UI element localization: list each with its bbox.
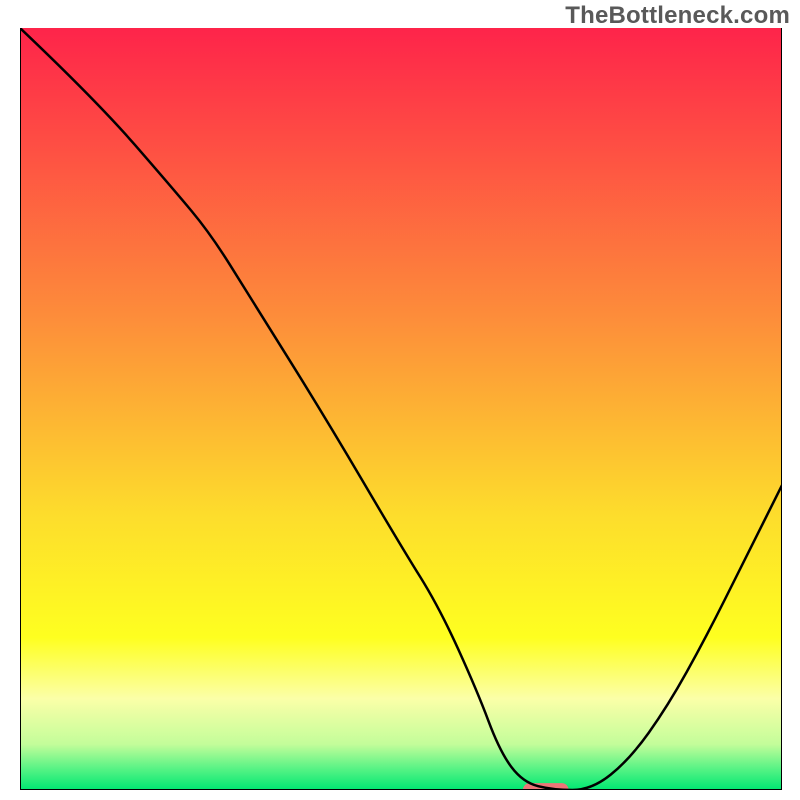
gradient-background <box>20 28 782 790</box>
watermark-text: TheBottleneck.com <box>565 2 790 30</box>
plot-area <box>20 28 782 790</box>
chart-stage: TheBottleneck.com <box>0 0 800 800</box>
chart-svg <box>20 28 782 790</box>
